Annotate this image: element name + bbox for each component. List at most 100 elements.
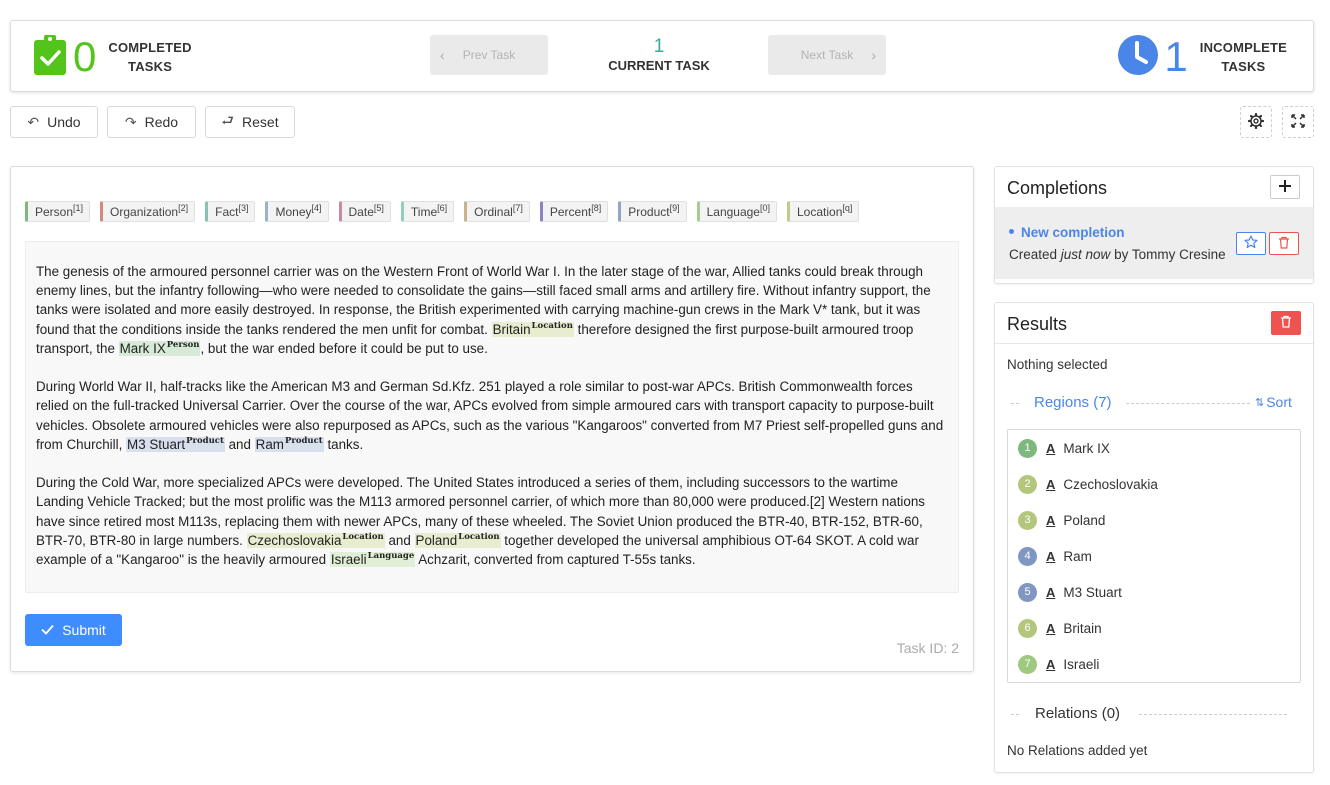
settings-button[interactable] bbox=[1240, 106, 1272, 138]
current-task-indicator: 1 CURRENT TASK bbox=[601, 37, 717, 73]
entity-czechoslovakia[interactable]: CzechoslovakiaLocation bbox=[246, 533, 385, 548]
region-item[interactable]: 7 A Israeli bbox=[1018, 654, 1099, 674]
clipboard-check-icon bbox=[33, 34, 67, 80]
chevron-left-icon: ‹ bbox=[440, 47, 445, 63]
current-task-number: 1 bbox=[653, 36, 665, 57]
label-tag-organization[interactable]: Organization[2] bbox=[100, 201, 196, 222]
entity-m3-stuart[interactable]: M3 StuartProduct bbox=[126, 437, 225, 452]
reset-icon: ⮐ bbox=[221, 112, 235, 128]
selection-status: Nothing selected bbox=[1007, 357, 1108, 372]
next-task-button[interactable]: Next Task › bbox=[768, 35, 886, 75]
incomplete-count: 1 bbox=[1164, 33, 1188, 80]
region-number-badge: 4 bbox=[1018, 546, 1037, 566]
paragraph-1: The genesis of the armoured personnel ca… bbox=[36, 264, 931, 356]
region-text: Poland bbox=[1063, 512, 1106, 528]
region-text: M3 Stuart bbox=[1063, 584, 1122, 600]
plus-icon bbox=[1279, 179, 1291, 195]
completion-item[interactable]: New completion Created just now by Tommy… bbox=[995, 207, 1313, 279]
undo-icon: ↶ bbox=[27, 113, 40, 130]
results-panel: Results Nothing selected Regions (7) ⇅ S… bbox=[994, 302, 1314, 773]
task-id: Task ID: 2 bbox=[896, 640, 959, 656]
sort-icon: ⇅ bbox=[1255, 396, 1264, 409]
reset-button[interactable]: ⮐ Reset bbox=[205, 106, 295, 138]
region-text: Ram bbox=[1063, 548, 1092, 564]
fullscreen-icon bbox=[1291, 113, 1305, 131]
paragraph-2: During World War II, half-tracks like th… bbox=[36, 379, 944, 452]
star-icon bbox=[1244, 235, 1258, 252]
region-item[interactable]: 3 A Poland bbox=[1018, 510, 1105, 530]
region-item[interactable]: 6 A Britain bbox=[1018, 618, 1102, 638]
results-title: Results bbox=[1007, 314, 1068, 334]
add-completion-button[interactable] bbox=[1270, 175, 1300, 199]
completions-panel: Completions New completion Created just … bbox=[994, 166, 1314, 284]
completions-title: Completions bbox=[1007, 178, 1108, 198]
completion-created: Created just now by Tommy Cresine bbox=[1009, 247, 1226, 262]
entity-israeli[interactable]: IsraeliLanguage bbox=[329, 552, 416, 568]
completed-tasks-stat: 0 COMPLETED TASKS bbox=[33, 33, 192, 80]
region-item[interactable]: 5 A M3 Stuart bbox=[1018, 582, 1122, 602]
label-tag-product[interactable]: Product[9] bbox=[618, 201, 687, 222]
region-text: Britain bbox=[1063, 620, 1102, 636]
region-item[interactable]: 1 A Mark IX bbox=[1018, 438, 1110, 458]
gear-icon bbox=[1247, 112, 1265, 132]
label-tag-date[interactable]: Date[5] bbox=[338, 201, 391, 222]
task-progress-header: 0 COMPLETED TASKS ‹ Prev Task 1 CURRENT … bbox=[10, 20, 1314, 92]
entity-poland[interactable]: PolandLocation bbox=[414, 533, 501, 548]
entity-mark-ix[interactable]: Mark IXPerson bbox=[118, 341, 201, 356]
completion-name: New completion bbox=[1009, 225, 1125, 240]
annotation-panel: Person[1] Organization[2] Fact[3] Money[4] D… bbox=[10, 166, 974, 672]
fullscreen-button[interactable] bbox=[1282, 106, 1314, 138]
paragraph-3: During the Cold War, more specialized AP… bbox=[36, 475, 925, 568]
text-region-icon: A bbox=[1046, 620, 1056, 636]
label-tag-money[interactable]: Money[4] bbox=[265, 201, 329, 222]
label-tag-language[interactable]: Language[0] bbox=[696, 201, 777, 222]
trash-icon bbox=[1280, 315, 1292, 331]
region-text: Israeli bbox=[1063, 656, 1100, 672]
text-region-icon: A bbox=[1046, 656, 1056, 672]
redo-button[interactable]: ↷ Redo bbox=[107, 106, 196, 138]
relations-status: No Relations added yet bbox=[1007, 743, 1148, 758]
submit-button[interactable]: Submit bbox=[25, 614, 122, 646]
check-icon bbox=[41, 622, 54, 638]
text-region-icon: A bbox=[1046, 548, 1056, 564]
completed-label: COMPLETED TASKS bbox=[108, 40, 192, 74]
undo-button[interactable]: ↶ Undo bbox=[10, 106, 98, 138]
completed-count: 0 bbox=[73, 33, 97, 80]
region-item[interactable]: 2 A Czechoslovakia bbox=[1018, 474, 1158, 494]
region-text: Czechoslovakia bbox=[1063, 476, 1158, 492]
region-item[interactable]: 4 A Ram bbox=[1018, 546, 1092, 566]
label-tag-ordinal[interactable]: Ordinal[7] bbox=[464, 201, 530, 222]
entity-britain[interactable]: BritainLocation bbox=[491, 321, 574, 337]
incomplete-label: INCOMPLETE TASKS bbox=[1199, 40, 1287, 74]
text-region-icon: A bbox=[1046, 512, 1056, 528]
region-number-badge: 1 bbox=[1018, 438, 1037, 458]
delete-completion-button[interactable] bbox=[1269, 232, 1299, 255]
text-region-icon: A bbox=[1046, 584, 1056, 600]
prev-task-button[interactable]: ‹ Prev Task bbox=[430, 35, 548, 75]
clock-icon bbox=[1118, 34, 1159, 80]
region-number-badge: 5 bbox=[1018, 582, 1037, 602]
region-number-badge: 7 bbox=[1018, 654, 1037, 674]
regions-header[interactable]: Regions (7) bbox=[1034, 394, 1112, 411]
label-tag-percent[interactable]: Percent[8] bbox=[539, 201, 609, 222]
regions-list: 1 A Mark IX 2 A Czechoslovakia 3 A Poland 4 A Ram 5 A… bbox=[1007, 429, 1301, 683]
star-completion-button[interactable] bbox=[1236, 232, 1266, 255]
annotation-text[interactable]: The genesis of the armoured personnel ca… bbox=[25, 241, 959, 593]
label-tag-location[interactable]: Location[q] bbox=[787, 201, 860, 222]
label-tag-fact[interactable]: Fact[3] bbox=[205, 201, 256, 222]
chevron-right-icon: › bbox=[871, 47, 876, 63]
region-number-badge: 6 bbox=[1018, 618, 1037, 638]
text-region-icon: A bbox=[1046, 440, 1056, 456]
entity-ram[interactable]: RamProduct bbox=[254, 437, 324, 452]
label-tag-time[interactable]: Time[6] bbox=[400, 201, 455, 222]
redo-icon: ↷ bbox=[124, 113, 137, 130]
sort-button[interactable]: ⇅ Sort bbox=[1255, 394, 1292, 410]
label-tag-person[interactable]: Person[1] bbox=[25, 201, 91, 222]
delete-results-button[interactable] bbox=[1271, 311, 1301, 335]
region-text: Mark IX bbox=[1063, 440, 1110, 456]
region-number-badge: 2 bbox=[1018, 474, 1037, 494]
label-selector: Person[1] Organization[2] Fact[3] Money[4] D… bbox=[25, 201, 860, 222]
region-number-badge: 3 bbox=[1018, 510, 1037, 530]
incomplete-tasks-stat: 1 INCOMPLETE TASKS bbox=[1118, 33, 1287, 80]
relations-header[interactable]: Relations (0) bbox=[1035, 705, 1120, 722]
